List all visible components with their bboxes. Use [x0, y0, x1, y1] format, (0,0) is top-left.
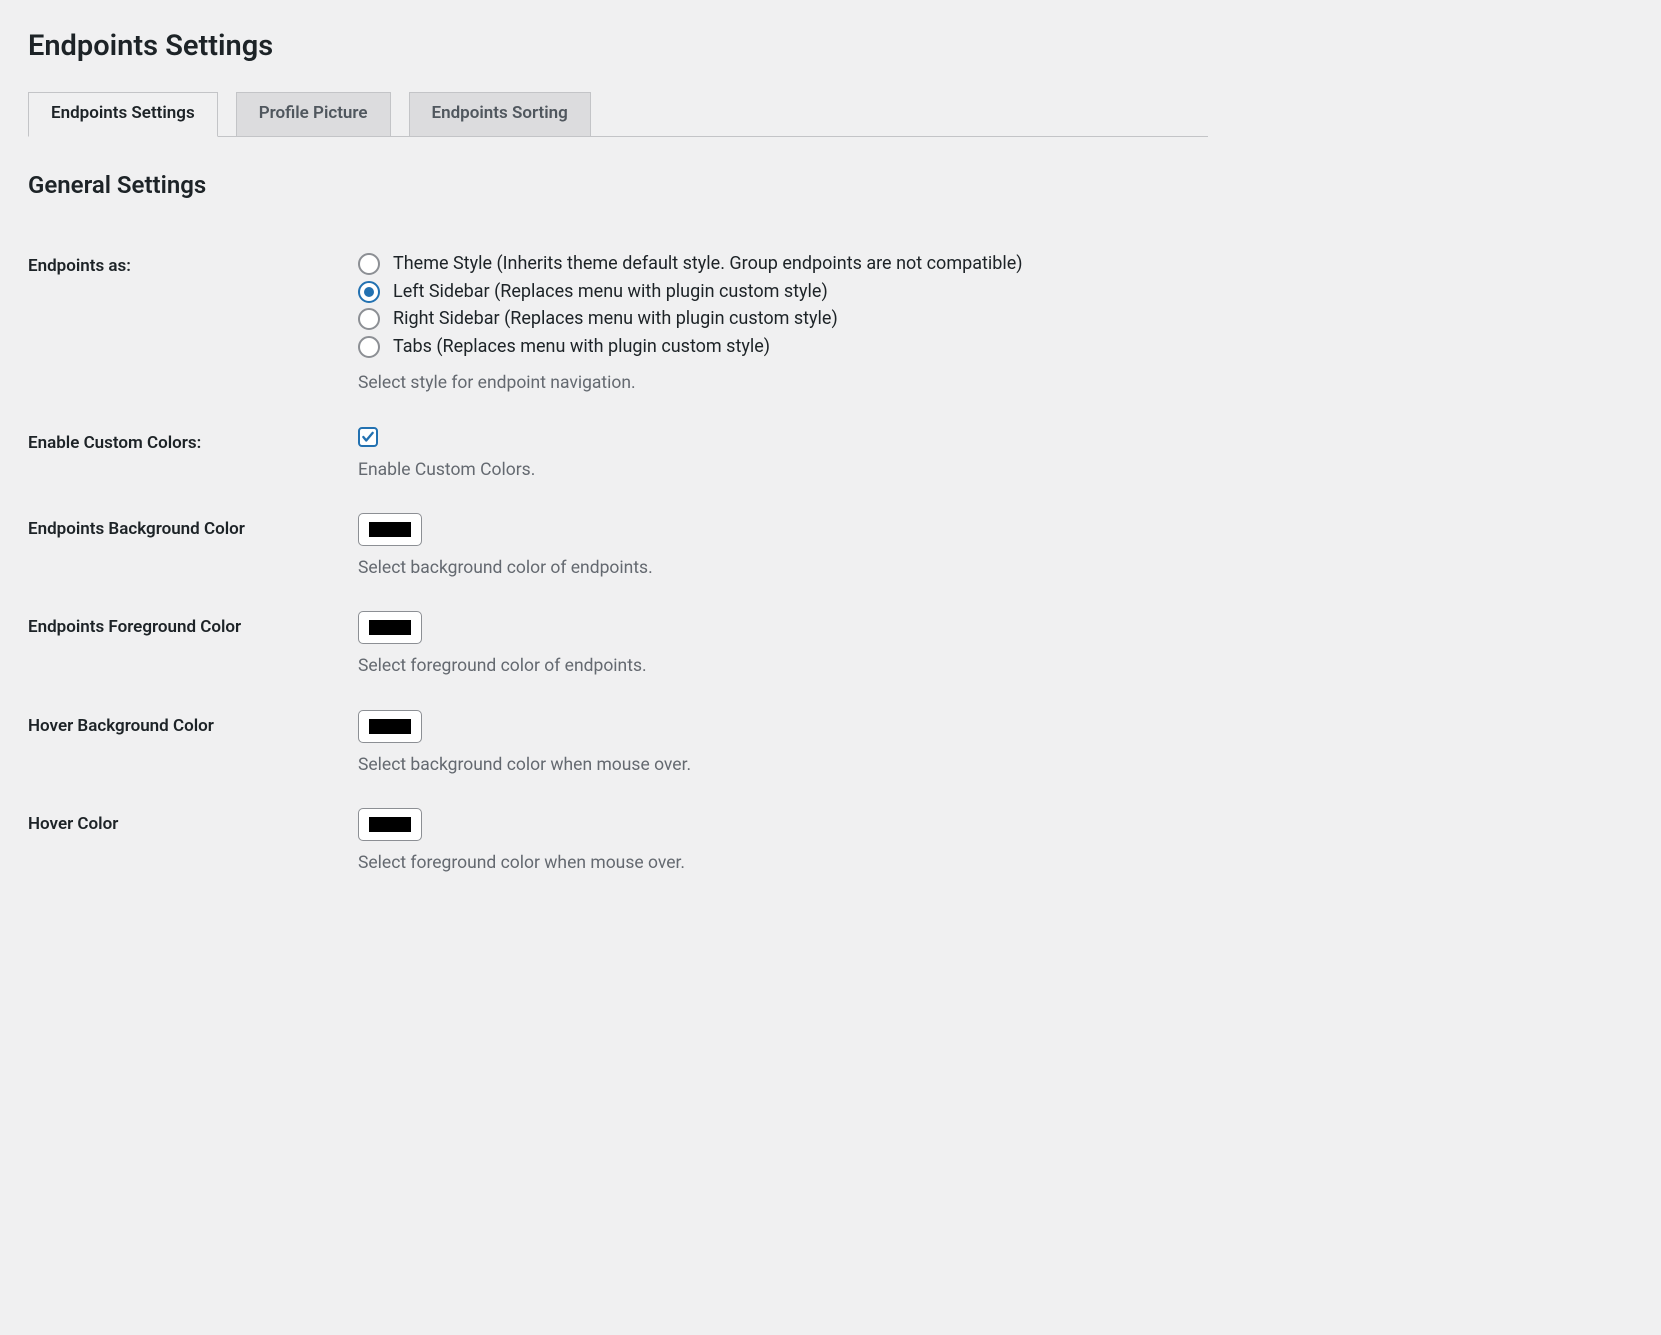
section-title: General Settings [28, 171, 1208, 199]
color-swatch [369, 817, 411, 832]
settings-table: Endpoints as: Theme Style (Inherits them… [28, 235, 1208, 892]
field-help: Enable Custom Colors. [358, 458, 1198, 483]
tab-endpoints-settings[interactable]: Endpoints Settings [28, 92, 218, 137]
field-help: Select style for endpoint navigation. [358, 371, 1198, 396]
color-picker-hover-bg[interactable] [358, 710, 422, 743]
radio-option-theme-style[interactable]: Theme Style (Inherits theme default styl… [358, 250, 1198, 278]
field-label: Endpoints Foreground Color [28, 596, 348, 694]
radio-icon [358, 253, 380, 275]
field-endpoints-as: Endpoints as: Theme Style (Inherits them… [28, 235, 1208, 412]
radio-label: Theme Style (Inherits theme default styl… [393, 250, 1023, 278]
field-help: Select background color of endpoints. [358, 556, 1198, 581]
settings-wrap: Endpoints Settings Endpoints Settings Pr… [0, 0, 1228, 932]
check-icon [361, 430, 375, 444]
field-label: Enable Custom Colors: [28, 412, 348, 498]
checkbox-enable-custom-colors[interactable] [358, 427, 378, 447]
field-hover-color: Hover Color Select foreground color when… [28, 793, 1208, 891]
field-help: Select foreground color when mouse over. [358, 851, 1198, 876]
field-label: Endpoints Background Color [28, 498, 348, 596]
field-help: Select background color when mouse over. [358, 753, 1198, 778]
radio-option-tabs[interactable]: Tabs (Replaces menu with plugin custom s… [358, 333, 1198, 361]
field-label: Hover Color [28, 793, 348, 891]
page-title: Endpoints Settings [28, 28, 1208, 66]
field-help: Select foreground color of endpoints. [358, 654, 1198, 679]
field-endpoints-bg: Endpoints Background Color Select backgr… [28, 498, 1208, 596]
radio-label: Left Sidebar (Replaces menu with plugin … [393, 278, 828, 306]
color-swatch [369, 620, 411, 635]
tab-endpoints-sorting[interactable]: Endpoints Sorting [409, 92, 591, 136]
radio-option-right-sidebar[interactable]: Right Sidebar (Replaces menu with plugin… [358, 305, 1198, 333]
radio-icon [358, 281, 380, 303]
tab-bar: Endpoints Settings Profile Picture Endpo… [28, 92, 1208, 137]
radio-label: Tabs (Replaces menu with plugin custom s… [393, 333, 770, 361]
radio-icon [358, 336, 380, 358]
radio-icon [358, 308, 380, 330]
field-enable-custom-colors: Enable Custom Colors: Enable Custom Colo… [28, 412, 1208, 498]
radio-option-left-sidebar[interactable]: Left Sidebar (Replaces menu with plugin … [358, 278, 1198, 306]
field-hover-bg: Hover Background Color Select background… [28, 695, 1208, 793]
color-swatch [369, 719, 411, 734]
radio-label: Right Sidebar (Replaces menu with plugin… [393, 305, 838, 333]
field-label: Hover Background Color [28, 695, 348, 793]
color-picker-endpoints-fg[interactable] [358, 611, 422, 644]
tab-profile-picture[interactable]: Profile Picture [236, 92, 391, 136]
field-endpoints-fg: Endpoints Foreground Color Select foregr… [28, 596, 1208, 694]
color-swatch [369, 522, 411, 537]
field-label: Endpoints as: [28, 235, 348, 412]
color-picker-endpoints-bg[interactable] [358, 513, 422, 546]
color-picker-hover-color[interactable] [358, 808, 422, 841]
